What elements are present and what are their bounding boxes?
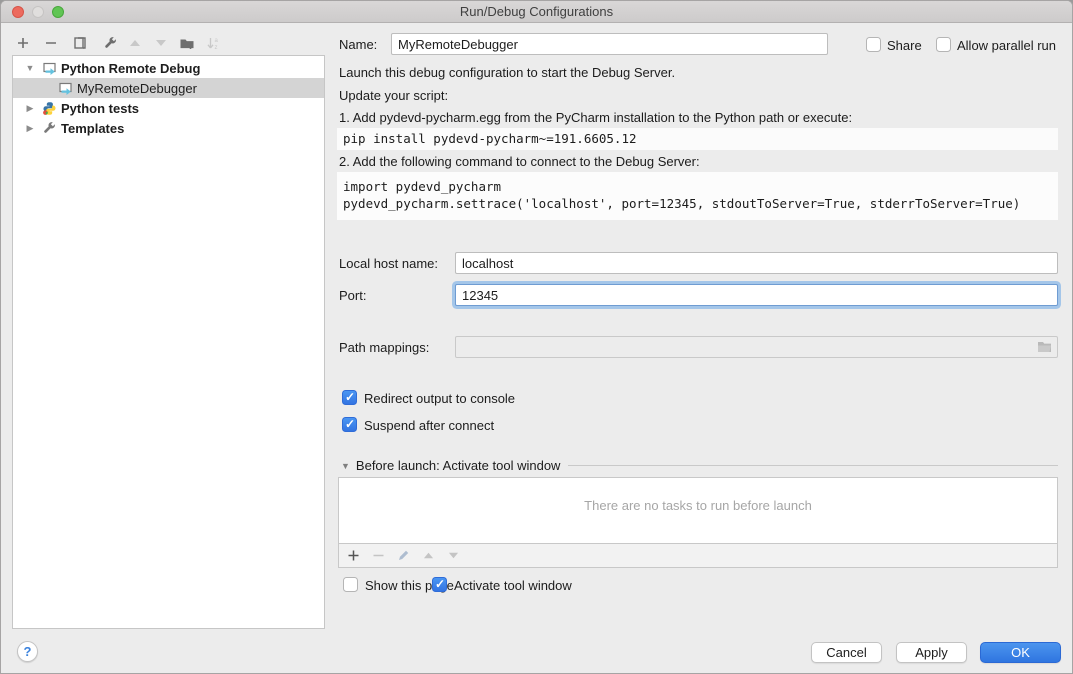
new-folder-icon[interactable] bbox=[177, 33, 197, 53]
activate-tool-window-checkbox[interactable] bbox=[432, 577, 447, 592]
tree-item-label: Python tests bbox=[61, 101, 139, 116]
move-down-icon bbox=[151, 33, 171, 53]
tree-item-label: Python Remote Debug bbox=[61, 61, 200, 76]
move-task-up-icon bbox=[421, 549, 435, 563]
copy-configuration-icon[interactable] bbox=[70, 33, 90, 53]
redirect-output-label: Redirect output to console bbox=[364, 390, 515, 407]
name-input[interactable] bbox=[391, 33, 828, 55]
tree-item-python-remote-debug[interactable]: ▼ Python Remote Debug bbox=[13, 58, 324, 78]
before-launch-header[interactable]: ▼ Before launch: Activate tool window bbox=[341, 458, 1058, 473]
name-label: Name: bbox=[339, 34, 377, 55]
intro-text: Launch this debug configuration to start… bbox=[339, 65, 675, 81]
svg-text:a: a bbox=[214, 38, 218, 44]
apply-button[interactable]: Apply bbox=[896, 642, 967, 663]
tree-item-myremotedebugger[interactable]: MyRemoteDebugger bbox=[13, 78, 324, 98]
wrench-icon bbox=[41, 120, 57, 136]
allow-parallel-run-label: Allow parallel run bbox=[957, 37, 1056, 54]
tree-item-label: Templates bbox=[61, 121, 124, 136]
before-launch-title: Before launch: Activate tool window bbox=[356, 458, 561, 473]
edit-templates-wrench-icon[interactable] bbox=[100, 33, 120, 53]
pip-install-command: pip install pydevd-pycharm~=191.6605.12 bbox=[337, 128, 1058, 150]
ok-button[interactable]: OK bbox=[980, 642, 1061, 663]
expander-open-icon[interactable]: ▼ bbox=[23, 63, 37, 73]
code-line-import: import pydevd_pycharm bbox=[343, 178, 1052, 195]
redirect-output-checkbox[interactable] bbox=[342, 390, 357, 405]
show-this-page-checkbox[interactable] bbox=[343, 577, 358, 592]
run-debug-configurations-dialog: Run/Debug Configurations az ▼ Python Rem… bbox=[0, 0, 1073, 674]
expander-closed-icon[interactable]: ▶ bbox=[23, 123, 37, 134]
share-checkbox[interactable] bbox=[866, 37, 881, 52]
help-button[interactable]: ? bbox=[17, 641, 38, 662]
remove-task-button bbox=[371, 549, 385, 563]
python-tests-icon bbox=[41, 100, 57, 116]
titlebar: Run/Debug Configurations bbox=[1, 1, 1072, 23]
remove-configuration-button[interactable] bbox=[41, 33, 61, 53]
window-title: Run/Debug Configurations bbox=[1, 1, 1072, 23]
empty-tasks-text: There are no tasks to run before launch bbox=[339, 498, 1057, 513]
cancel-button[interactable]: Cancel bbox=[811, 642, 882, 663]
edit-task-pencil-icon bbox=[396, 549, 410, 563]
tree-item-templates[interactable]: ▶ Templates bbox=[13, 118, 324, 138]
run-config-icon bbox=[41, 60, 57, 76]
update-script-text: Update your script: bbox=[339, 88, 448, 104]
port-input[interactable] bbox=[455, 284, 1058, 306]
share-checkbox-label: Share bbox=[887, 37, 922, 54]
add-task-button[interactable] bbox=[346, 549, 360, 563]
svg-text:z: z bbox=[214, 45, 217, 51]
local-host-name-input[interactable] bbox=[455, 252, 1058, 274]
browse-folder-icon[interactable] bbox=[1037, 340, 1052, 353]
tree-item-label: MyRemoteDebugger bbox=[77, 81, 197, 96]
allow-parallel-run-checkbox[interactable] bbox=[936, 37, 951, 52]
code-line-settrace: pydevd_pycharm.settrace('localhost', por… bbox=[343, 195, 1052, 212]
suspend-after-connect-label: Suspend after connect bbox=[364, 417, 494, 434]
port-label: Port: bbox=[339, 285, 366, 306]
run-config-icon bbox=[57, 80, 73, 96]
path-mappings-input[interactable] bbox=[455, 336, 1058, 358]
add-configuration-button[interactable] bbox=[13, 33, 33, 53]
tree-item-python-tests[interactable]: ▶ Python tests bbox=[13, 98, 324, 118]
move-up-icon bbox=[125, 33, 145, 53]
suspend-after-connect-checkbox[interactable] bbox=[342, 417, 357, 432]
before-launch-task-list[interactable]: There are no tasks to run before launch bbox=[338, 477, 1058, 544]
configurations-tree: ▼ Python Remote Debug MyRemoteDebugger ▶… bbox=[12, 55, 325, 629]
local-host-name-label: Local host name: bbox=[339, 253, 438, 274]
settrace-code-block: import pydevd_pycharm pydevd_pycharm.set… bbox=[337, 172, 1058, 220]
step1-text: 1. Add pydevd-pycharm.egg from the PyCha… bbox=[339, 110, 852, 126]
activate-tool-window-label: Activate tool window bbox=[454, 577, 572, 594]
step2-text: 2. Add the following command to connect … bbox=[339, 154, 700, 170]
section-rule bbox=[568, 465, 1058, 466]
collapse-section-icon[interactable]: ▼ bbox=[341, 461, 350, 471]
path-mappings-label: Path mappings: bbox=[339, 337, 429, 358]
move-task-down-icon bbox=[446, 549, 460, 563]
expander-closed-icon[interactable]: ▶ bbox=[23, 103, 37, 114]
sort-alphabetically-icon: az bbox=[203, 33, 223, 53]
before-launch-toolbar bbox=[338, 544, 1058, 568]
